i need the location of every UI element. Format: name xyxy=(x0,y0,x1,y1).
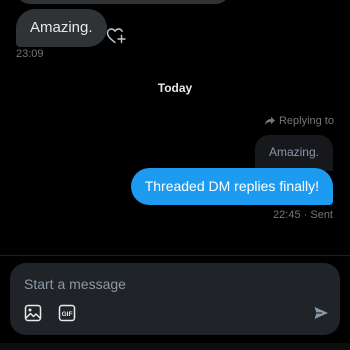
heart-plus-icon[interactable] xyxy=(106,27,126,45)
home-indicator-area xyxy=(0,343,350,350)
replying-to-label: Replying to xyxy=(264,115,334,127)
reply-arrow-icon xyxy=(264,115,276,127)
image-icon[interactable] xyxy=(23,303,43,323)
dm-conversation-screen: Amazing. 23:09 Today Replying to Amazing… xyxy=(0,0,350,350)
received-message-text: Amazing. xyxy=(30,19,93,36)
sent-message-text: Threaded DM replies finally! xyxy=(144,178,319,194)
received-message-bubble[interactable]: Amazing. xyxy=(16,9,107,47)
composer-divider xyxy=(0,255,350,256)
previous-message-bubble[interactable] xyxy=(16,0,230,4)
day-divider: Today xyxy=(157,81,193,95)
message-thread[interactable]: Amazing. 23:09 Today Replying to Amazing… xyxy=(0,0,350,256)
quoted-message-text: Amazing. xyxy=(268,145,319,159)
message-composer: GIF xyxy=(10,263,340,335)
sent-message-status: 22:45 · Sent xyxy=(273,209,333,221)
replying-to-text: Replying to xyxy=(278,115,334,127)
gif-label: GIF xyxy=(62,311,73,318)
sent-message-bubble[interactable]: Threaded DM replies finally! xyxy=(130,168,333,205)
gif-icon[interactable]: GIF xyxy=(57,303,77,323)
message-input[interactable] xyxy=(24,274,284,294)
send-icon[interactable] xyxy=(311,303,331,323)
quoted-message-preview[interactable]: Amazing. xyxy=(254,135,333,171)
received-message-timestamp: 23:09 xyxy=(16,48,44,60)
